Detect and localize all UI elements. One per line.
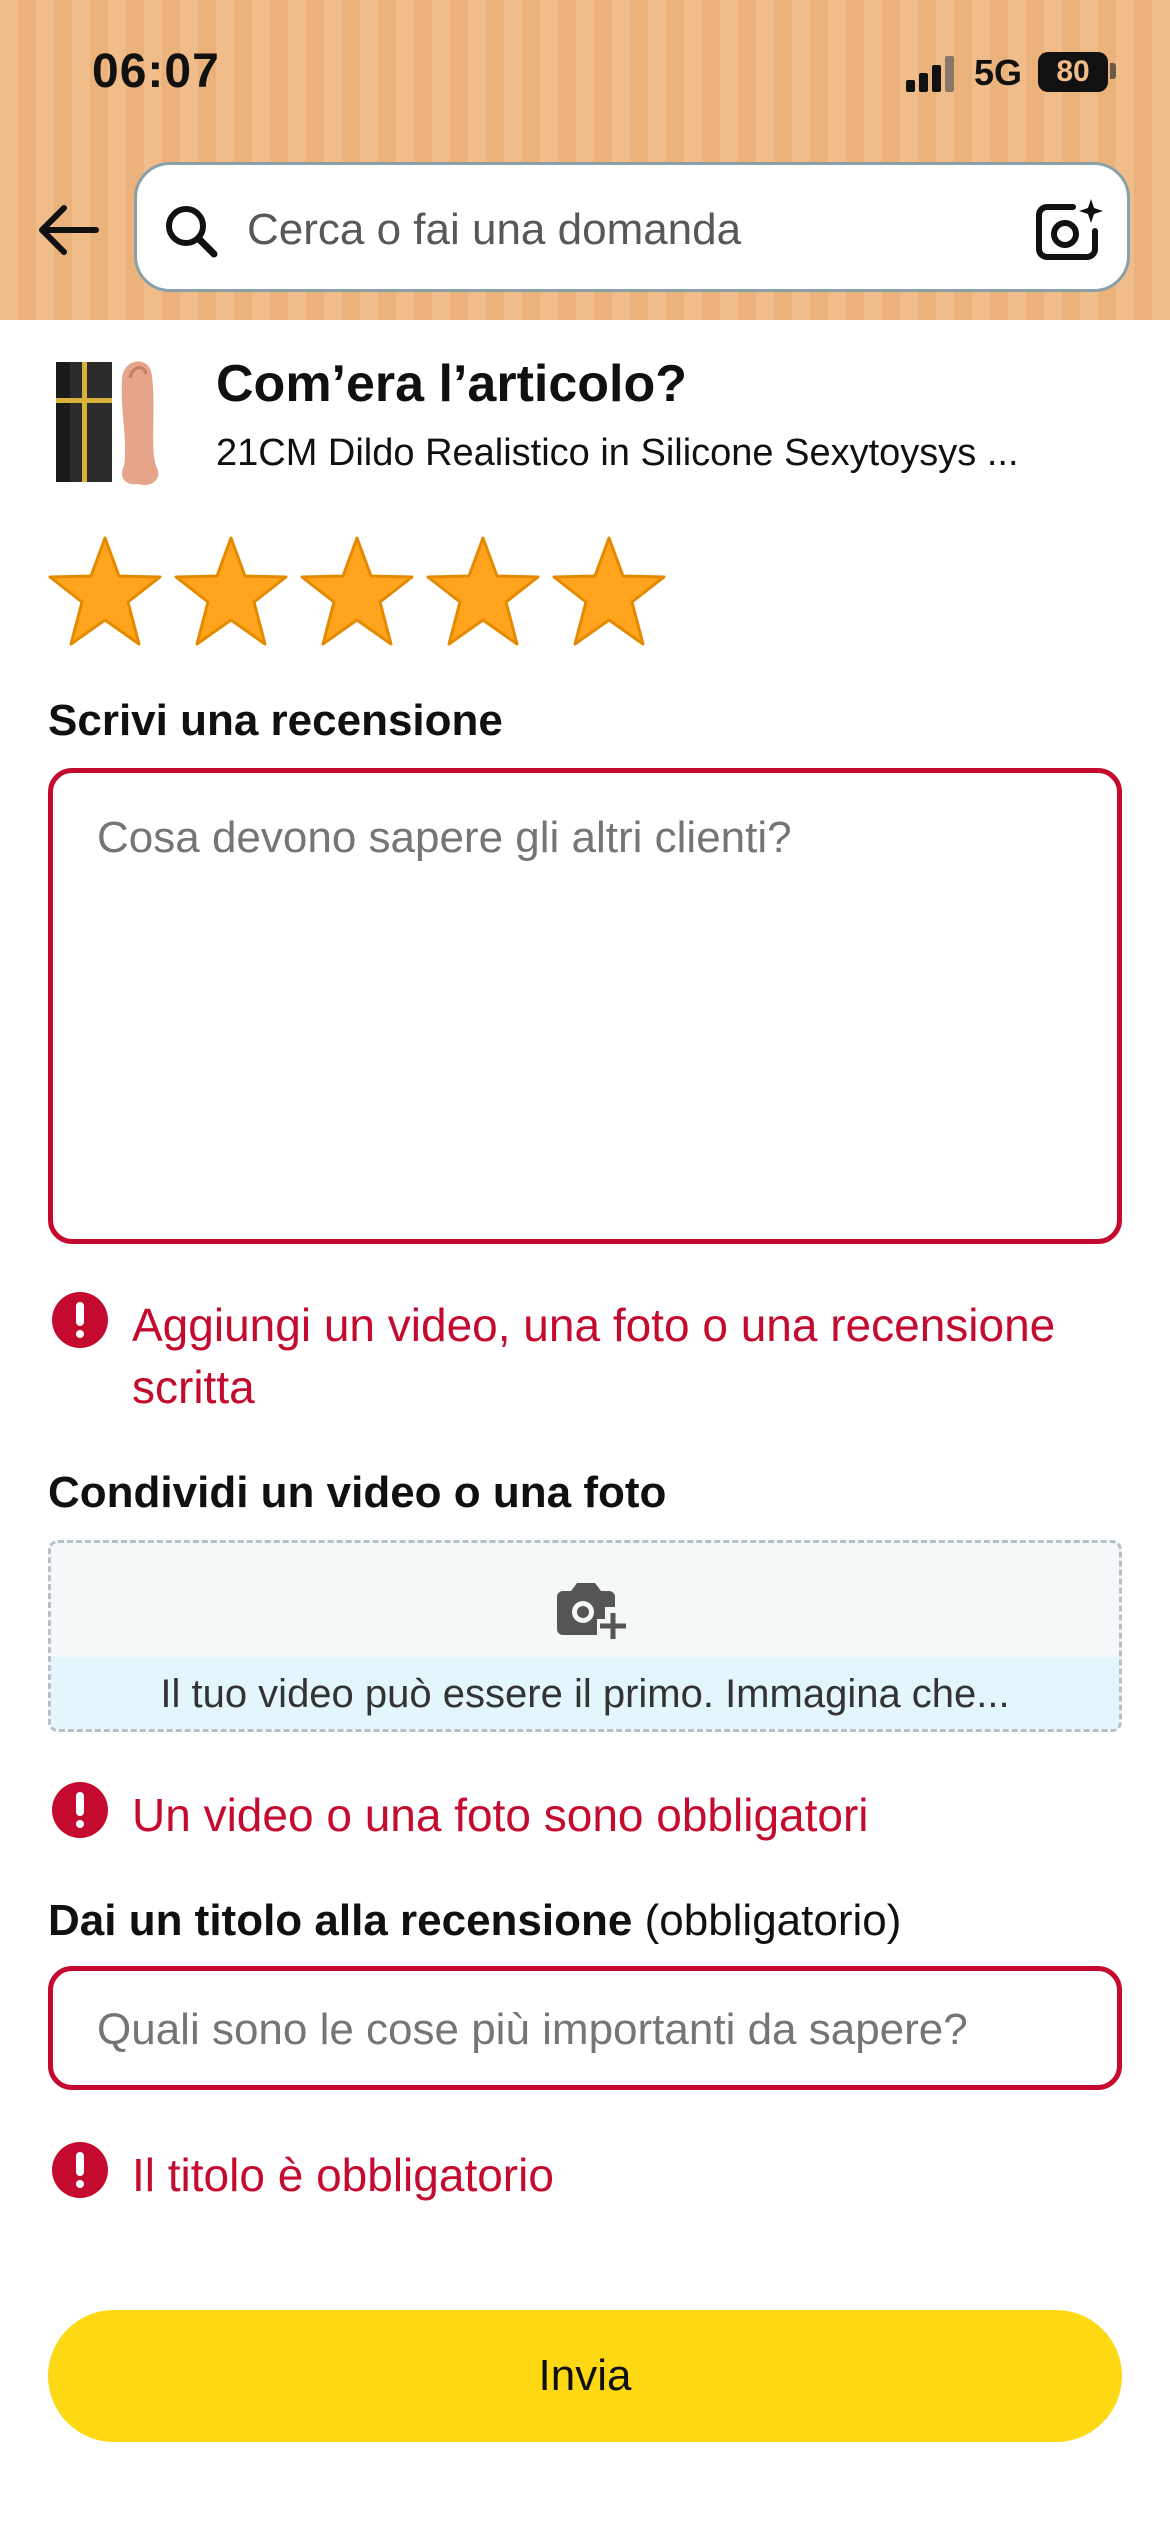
battery-icon: 80 xyxy=(1038,52,1108,92)
error-icon xyxy=(52,1292,108,1348)
search-placeholder: Cerca o fai una domanda xyxy=(247,205,742,254)
submit-button[interactable]: Invia xyxy=(48,2310,1122,2442)
media-label: Condividi un video o una foto xyxy=(48,1468,667,1517)
back-arrow-icon[interactable] xyxy=(34,200,104,260)
product-name: 21CM Dildo Realistico in Silicone Sexyto… xyxy=(216,432,1019,474)
rating-question: Com’era l’articolo? xyxy=(216,355,687,413)
review-error-text: Aggiungi un video, una foto o una recens… xyxy=(132,1299,1056,1413)
star-icon[interactable] xyxy=(172,534,290,650)
review-placeholder: Cosa devono sapere gli altri clienti? xyxy=(97,813,792,862)
star-icon[interactable] xyxy=(46,534,164,650)
review-label: Scrivi una recensione xyxy=(48,696,503,745)
upload-hint: Il tuo video può essere il primo. Immagi… xyxy=(51,1657,1119,1729)
star-icon[interactable] xyxy=(298,534,416,650)
add-photo-camera-icon xyxy=(551,1579,627,1643)
title-error-text: Il titolo è obbligatorio xyxy=(132,2149,554,2201)
star-icon[interactable] xyxy=(550,534,668,650)
product-image xyxy=(52,350,188,490)
title-label: Dai un titolo alla recensione (obbligato… xyxy=(48,1896,901,1946)
signal-strength-icon xyxy=(906,56,956,92)
title-required-note: (obbligatorio) xyxy=(644,1896,902,1945)
visual-search-camera-icon[interactable] xyxy=(1033,197,1105,265)
media-error-text: Un video o una foto sono obbligatori xyxy=(132,1789,869,1841)
error-icon xyxy=(52,2142,108,2198)
search-input[interactable]: Cerca o fai una domanda xyxy=(134,162,1130,292)
search-icon xyxy=(163,203,219,259)
review-textarea[interactable]: Cosa devono sapere gli altri clienti? xyxy=(48,768,1122,1244)
battery-tip xyxy=(1110,63,1116,79)
status-bar: 06:07 5G 80 xyxy=(0,0,1170,150)
app-header: 06:07 5G 80 Cerca o fai una domanda xyxy=(0,0,1170,320)
error-icon xyxy=(52,1782,108,1838)
status-time: 06:07 xyxy=(92,45,220,98)
title-placeholder: Quali sono le cose più importanti da sap… xyxy=(97,2005,968,2054)
star-icon[interactable] xyxy=(424,534,542,650)
title-label-text: Dai un titolo alla recensione xyxy=(48,1896,633,1945)
media-upload-area[interactable]: Il tuo video può essere il primo. Immagi… xyxy=(48,1540,1122,1732)
network-type: 5G xyxy=(974,52,1023,93)
review-title-input[interactable]: Quali sono le cose più importanti da sap… xyxy=(48,1966,1122,2090)
